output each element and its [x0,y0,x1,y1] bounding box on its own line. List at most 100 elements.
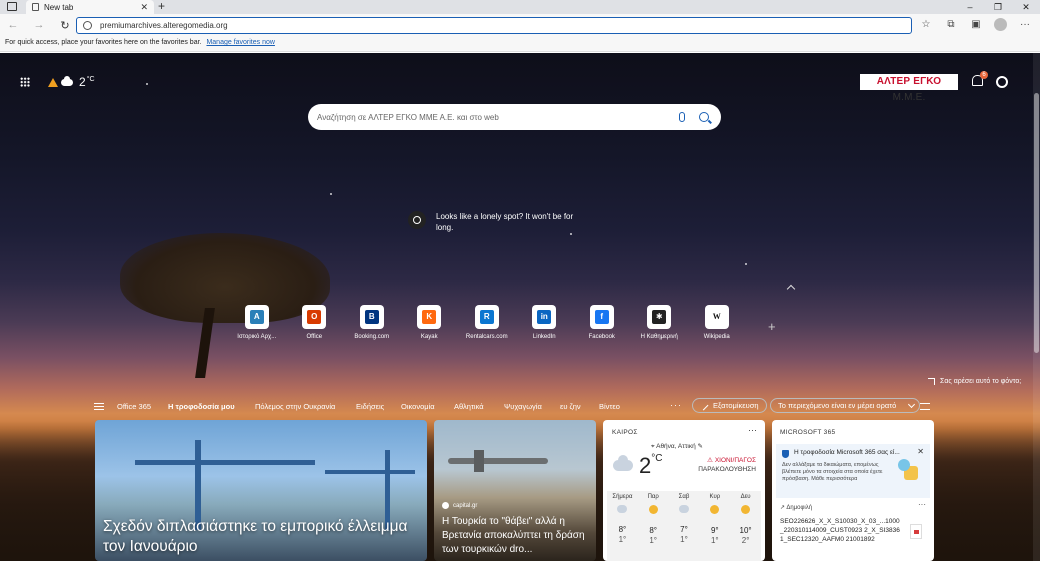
layout-icon[interactable] [920,403,930,410]
add-quick-link-button[interactable]: + [768,319,776,334]
shield-icon [782,450,789,458]
sun-icon [710,505,720,514]
feed-tab-sports[interactable]: Αθλητικά [454,402,484,411]
search-input[interactable] [317,112,679,122]
address-bar[interactable]: premiumarchives.alteregomedia.org [76,17,912,34]
warning-icon [48,77,58,87]
quick-link-label: Ιστορικό Αρχ... [237,334,277,340]
source-logo-icon [442,502,449,509]
microphone-icon[interactable] [679,112,685,122]
feed-tab-entertainment[interactable]: Ψυχαγωγία [504,402,542,411]
quick-link[interactable]: O Office [286,305,344,340]
microsoft365-card[interactable]: MICROSOFT 365 Η τροφοδοσία Microsoft 365… [772,420,934,561]
quick-link-tile: f [589,305,614,329]
more-menu-icon[interactable]: ··· [1018,19,1032,30]
close-icon[interactable]: ✕ [917,447,924,456]
favorite-star-icon[interactable]: ☆ [919,19,933,30]
forecast-day[interactable]: Κυρ 9° 1° [699,491,730,561]
forecast-day[interactable]: Παρ 8° 1° [638,491,669,561]
hero-news-card[interactable]: Σχεδόν διπλασιάστηκε το εμπορικό έλλειμμ… [95,420,427,561]
manage-favorites-link[interactable]: Manage favorites now [206,39,274,46]
ms365-notice[interactable]: Η τροφοδοσία Microsoft 365 σας εί... ✕ Δ… [776,444,930,498]
new-tab-favicon-icon [32,3,39,11]
apps-grid-icon[interactable] [20,77,30,87]
lonely-spot-text: Looks like a lonely spot? It won't be fo… [436,212,574,232]
quick-link-label: LinkedIn [532,334,556,340]
weather-card[interactable]: ΚΑΙΡΟΣ ··· ⌖ Αθήνα, Αττική ✎ 2°C ⚠ ΧΙΟΝΙ… [603,420,765,561]
pencil-icon [698,400,709,411]
weather-location[interactable]: ⌖ Αθήνα, Αττική ✎ [651,442,703,451]
star-decoration [570,233,572,235]
ms365-file-name[interactable]: SEO226626_X_X_S10030_X_03_...1000_220310… [780,517,900,544]
quick-links: A Ιστορικό Αρχ... O Office B Booking.com KK… [228,305,746,340]
quick-link-tile: B [359,305,384,329]
toolbar-actions: ☆ ⧉ ▣ ··· [919,18,1032,31]
drone-image [474,450,484,472]
customize-button[interactable]: Εξατομίκευση [692,398,767,413]
quick-link[interactable]: W Wikipedia [688,305,746,340]
cloud-icon [61,75,73,86]
quick-link[interactable]: B Booking.com [343,305,401,340]
gear-icon[interactable] [996,76,1008,88]
extensions-icon[interactable]: ▣ [969,19,983,30]
close-tab-icon[interactable]: ✕ [140,2,148,13]
minimize-icon[interactable]: – [956,0,984,14]
feed-tab-video[interactable]: Βίντεο [599,402,620,411]
quick-link-label: Rentalcars.com [465,334,508,340]
weather-alert[interactable]: ⚠ ΧΙΟΝΙ/ΠΑΓΟΣ ΠΑΡΑΚΟΛΟΥΘΗΣΗ [676,456,756,474]
ms365-notice-body: Δεν αλλάξαμε τα δικαιώματα, επομένως βλέ… [782,462,883,482]
expand-icon [928,378,935,385]
feed-tab-economy[interactable]: Οικονομία [401,402,435,411]
quick-link[interactable]: A Ιστορικό Αρχ... [228,305,286,340]
ms365-more-icon[interactable]: ··· [918,500,926,509]
feed-tab-office365[interactable]: Office 365 [117,402,151,411]
chevron-up-icon[interactable] [786,284,796,294]
search-icon[interactable] [699,112,709,122]
visibility-dropdown[interactable]: Το περιεχόμενο είναι εν μέρει ορατό [770,398,920,413]
quick-link[interactable]: ✱ Η Καθημερινή [631,305,689,340]
forecast-day[interactable]: Σαβ 7° 1° [669,491,700,561]
quick-link[interactable]: in LinkedIn [516,305,574,340]
news-card[interactable]: capital.gr Η Τουρκία το "θάβει" αλλά η Β… [434,420,596,561]
quick-link-icon: B [364,310,379,324]
feed-tab-my-feed[interactable]: Η τροφοδοσία μου [168,402,235,411]
new-tab-button[interactable]: + [158,0,165,13]
lonely-spot-tip[interactable]: Looks like a lonely spot? It won't be fo… [408,211,576,233]
quick-link-tile: W [704,305,729,329]
search-box[interactable] [308,104,721,130]
page-scrollbar[interactable] [1033,53,1040,561]
forecast-day[interactable]: Δευ 10° 2° [730,491,761,561]
url-text: premiumarchives.alteregomedia.org [100,21,228,30]
notifications-button[interactable]: 6 [972,71,988,86]
feed-tab-ukraine[interactable]: Πόλεμος στην Ουκρανία [255,402,335,411]
hamburger-menu-icon[interactable] [94,403,104,410]
quick-link[interactable]: R Rentalcars.com [458,305,516,340]
weather-widget[interactable]: 2°C [20,75,95,89]
close-window-icon[interactable]: ✕ [1012,0,1040,14]
pdf-file-icon [910,524,922,539]
weather-more-icon[interactable]: ··· [748,425,757,435]
feed-tab-wellbeing[interactable]: ευ ζην [560,402,581,411]
quick-link[interactable]: f Facebook [573,305,631,340]
maximize-icon[interactable]: ❐ [984,0,1012,14]
crane-image [325,470,415,474]
brand-logo[interactable]: ΑΛΤΕΡ ΕΓΚΟ Μ.Μ.Ε. [860,74,958,103]
scrollbar-thumb[interactable] [1034,93,1039,353]
quick-link[interactable]: K Kayak [401,305,459,340]
hero-news-title: Σχεδόν διπλασιάστηκε το εμπορικό έλλειμμ… [103,518,408,555]
forecast-day[interactable]: Σήμερα 8° 1° [607,491,638,561]
more-tabs-icon[interactable]: ··· [670,400,682,410]
tab-strip: New tab ✕ + – ❐ ✕ [0,0,1040,14]
quick-link-icon: K [422,310,437,324]
profile-avatar[interactable] [994,18,1007,31]
forward-arrow-icon[interactable]: → [26,19,52,31]
quick-link-label: Facebook [588,334,615,340]
refresh-icon[interactable]: ↻ [52,19,78,32]
background-info[interactable]: Σας αρέσει αυτό το φόντο; [928,378,1021,385]
feed-tab-news[interactable]: Ειδήσεις [356,402,384,411]
back-arrow-icon[interactable]: ← [0,19,26,31]
collections-icon[interactable]: ⧉ [944,19,958,30]
tab-new-tab[interactable]: New tab ✕ [26,0,154,14]
tab-actions-icon[interactable] [7,2,17,11]
star-decoration [745,263,747,265]
